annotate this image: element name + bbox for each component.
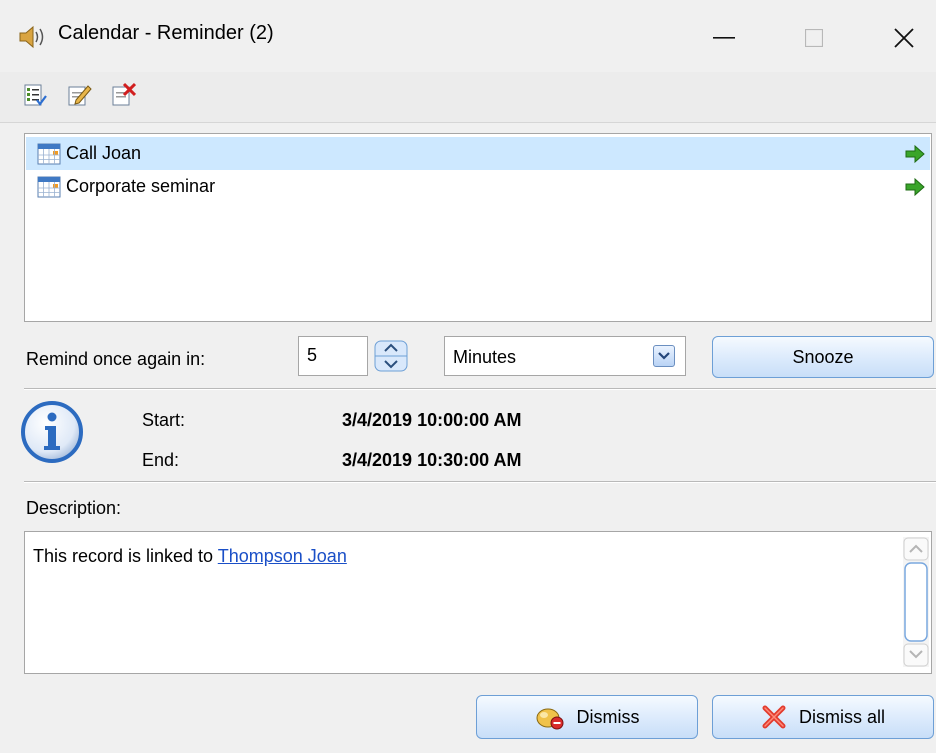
remind-label: Remind once again in:: [26, 349, 206, 369]
toolbar: [0, 72, 936, 123]
green-arrow-icon[interactable]: [904, 176, 926, 198]
description-body: This record is linked to: [33, 546, 218, 566]
reminder-title: Corporate seminar: [66, 176, 216, 196]
checklist-button[interactable]: [20, 80, 50, 110]
scroll-thumb: [904, 562, 928, 642]
calendar-icon: [37, 143, 61, 164]
scroll-down-icon[interactable]: [903, 643, 929, 667]
start-label: Start:: [142, 410, 186, 430]
start-value: 3/4/2019 10:00:00 AM: [342, 410, 522, 430]
scroll-up-icon[interactable]: [903, 537, 929, 561]
interval-unit-select[interactable]: Minutes: [444, 336, 686, 376]
snooze-button-label: Snooze: [792, 346, 854, 367]
chevron-down-icon: [658, 352, 670, 360]
green-arrow-icon[interactable]: [904, 143, 926, 165]
dismiss-bell-icon: [536, 708, 563, 730]
dropdown-button[interactable]: [653, 345, 675, 367]
end-label: End:: [142, 450, 180, 470]
end-value: 3/4/2019 10:30:00 AM: [342, 450, 522, 470]
checklist-icon: [24, 84, 47, 106]
reminder-list[interactable]: Call Joan Corporate seminar: [24, 133, 932, 322]
close-icon: [894, 28, 914, 48]
delete-button[interactable]: [108, 80, 138, 110]
unit-selected-value: Minutes: [453, 347, 517, 367]
contact-link[interactable]: Thompson Joan: [218, 546, 347, 566]
maximize-icon: [805, 29, 823, 47]
spinner-icon: [374, 340, 408, 372]
dismiss-button[interactable]: Dismiss: [476, 695, 698, 739]
interval-spinner[interactable]: [372, 339, 410, 373]
minimize-button[interactable]: [700, 18, 748, 58]
window-title: Calendar - Reminder (2): [58, 22, 274, 44]
remind-interval-input[interactable]: 5: [298, 336, 368, 376]
description-label: Description:: [26, 498, 122, 518]
dismiss-all-button[interactable]: Dismiss all: [712, 695, 934, 739]
title-bar: Calendar - Reminder (2): [0, 0, 936, 72]
reminder-title: Call Joan: [66, 143, 142, 163]
edit-button[interactable]: [64, 80, 94, 110]
divider: [24, 388, 936, 390]
dismiss-button-label: Dismiss: [576, 706, 640, 727]
delete-note-icon: [112, 82, 136, 106]
list-item[interactable]: Corporate seminar: [26, 170, 930, 203]
red-x-icon: [762, 705, 786, 729]
divider: [24, 481, 936, 483]
info-icon: [20, 400, 84, 464]
minimize-icon: [713, 37, 735, 39]
list-item[interactable]: Call Joan: [26, 137, 930, 170]
description-box[interactable]: This record is linked to Thompson Joan: [24, 531, 932, 674]
description-scrollbar[interactable]: [903, 537, 929, 667]
description-text: This record is linked to Thompson Joan: [33, 546, 347, 567]
snooze-button[interactable]: Snooze: [712, 336, 934, 378]
edit-note-icon: [68, 85, 92, 106]
calendar-icon: [37, 176, 61, 197]
maximize-button[interactable]: [790, 18, 838, 58]
close-button[interactable]: [880, 18, 928, 58]
speaker-icon: [18, 24, 48, 50]
dismiss-all-button-label: Dismiss all: [798, 706, 885, 727]
